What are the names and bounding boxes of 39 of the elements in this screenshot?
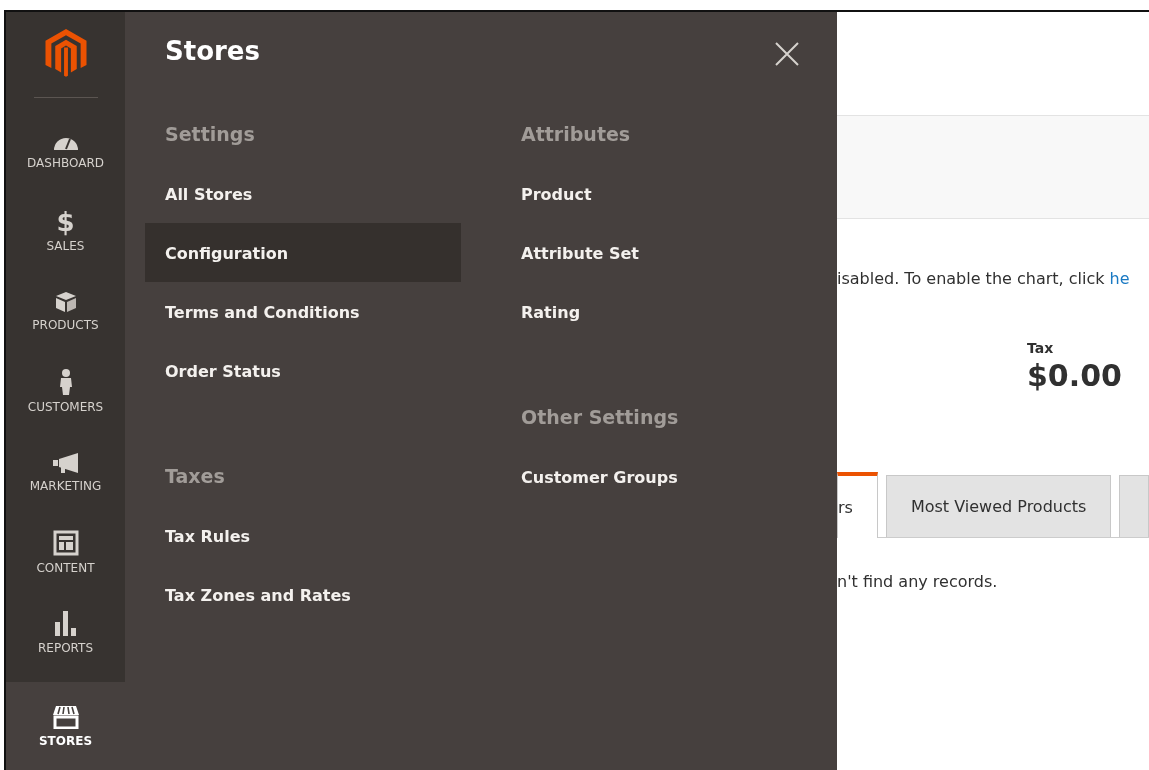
sidebar-item[interactable]: MARKETING [6, 432, 125, 513]
logo-icon[interactable] [43, 28, 88, 77]
tax-value: $0.00 [1027, 358, 1123, 393]
sidebar-item[interactable]: PRODUCTS [6, 271, 125, 352]
flyout-title: Stores [165, 36, 260, 66]
menu-item[interactable]: Rating [481, 282, 797, 341]
bar-chart-icon [52, 609, 79, 636]
menu-item[interactable]: Configuration [145, 223, 461, 282]
sidebar-item[interactable]: CONTENT [6, 512, 125, 593]
close-icon[interactable] [775, 42, 799, 66]
menu-item[interactable]: Tax Rules [145, 506, 461, 565]
sidebar-item[interactable]: DASHBOARD [6, 111, 125, 192]
empty-message: n't find any records. [837, 572, 999, 591]
person-icon [58, 369, 73, 396]
chart-notice: isabled. To enable the chart, click he [837, 269, 1131, 288]
box-icon [54, 291, 77, 314]
dollar-icon: $ [56, 210, 75, 235]
tab[interactable]: Most Viewed Products [885, 475, 1112, 537]
layout-icon [52, 529, 79, 556]
group-heading: Taxes [165, 464, 226, 489]
group-heading: Settings [165, 122, 256, 147]
group-heading: Attributes [520, 122, 632, 147]
tab[interactable]: rs [837, 472, 878, 538]
group-heading: Other Settings [520, 405, 680, 430]
menu-item[interactable]: Order Status [145, 341, 461, 400]
tax-label: Tax [1027, 340, 1055, 356]
menu-item[interactable]: All Stores [145, 164, 461, 223]
megaphone-icon [51, 451, 80, 474]
menu-item[interactable]: Customer Groups [481, 447, 797, 506]
storefront-icon [51, 704, 80, 729]
menu-item[interactable]: Attribute Set [481, 223, 797, 282]
sidebar-item[interactable]: $ SALES [6, 191, 125, 272]
sidebar-item[interactable]: CUSTOMERS [6, 351, 125, 432]
sidebar-item[interactable]: STORES [6, 682, 125, 770]
link[interactable]: he [1109, 269, 1130, 288]
menu-item[interactable]: Tax Zones and Rates [145, 565, 461, 624]
menu-item[interactable]: Product [481, 164, 797, 223]
menu-item[interactable]: Terms and Conditions [145, 282, 461, 341]
sidebar-item[interactable]: REPORTS [6, 592, 125, 673]
